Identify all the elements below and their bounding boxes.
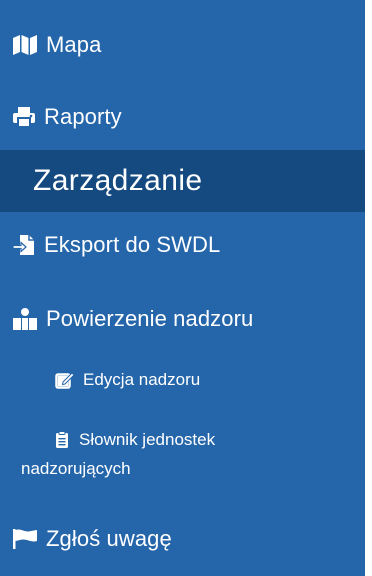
nav-item-label: Raporty xyxy=(44,104,122,129)
section-title: Zarządzanie xyxy=(33,164,203,197)
file-export-icon xyxy=(12,233,36,257)
sidebar-nav: Mapa Raporty Zarządzanie Eksport do SWDL xyxy=(0,0,365,576)
nav-item-label: Zgłoś uwagę xyxy=(46,526,172,551)
map-icon xyxy=(12,34,38,56)
nav-subitem-label-line1: Słownik jednostek xyxy=(79,430,216,449)
nav-item-label: Mapa xyxy=(46,32,102,57)
nav-subitem-label-line2: nadzorujących xyxy=(21,459,131,478)
nav-item-powierzenie-nadzoru[interactable]: Powierzenie nadzoru xyxy=(0,301,365,337)
nav-item-raporty[interactable]: Raporty xyxy=(0,99,365,135)
nav-item-mapa[interactable]: Mapa xyxy=(0,27,365,63)
nav-item-eksport-swdl[interactable]: Eksport do SWDL xyxy=(0,227,365,263)
flag-icon xyxy=(12,528,38,550)
nav-item-label: Powierzenie nadzoru xyxy=(46,306,254,331)
nav-subitem-edycja-nadzoru[interactable]: Edycja nadzoru xyxy=(0,365,365,395)
printer-icon xyxy=(12,106,36,128)
edit-icon xyxy=(55,370,75,390)
clipboard-icon xyxy=(55,430,69,449)
nav-item-zglos-uwage[interactable]: Zgłoś uwagę xyxy=(0,521,365,557)
nav-item-label: Eksport do SWDL xyxy=(44,232,221,257)
section-header-zarzadzanie: Zarządzanie xyxy=(0,150,365,212)
nav-subitem-slownik-jednostek[interactable]: Słownik jednostek nadzorujących xyxy=(0,425,365,483)
user-group-icon xyxy=(12,307,38,331)
nav-subitem-label: Edycja nadzoru xyxy=(83,370,201,389)
